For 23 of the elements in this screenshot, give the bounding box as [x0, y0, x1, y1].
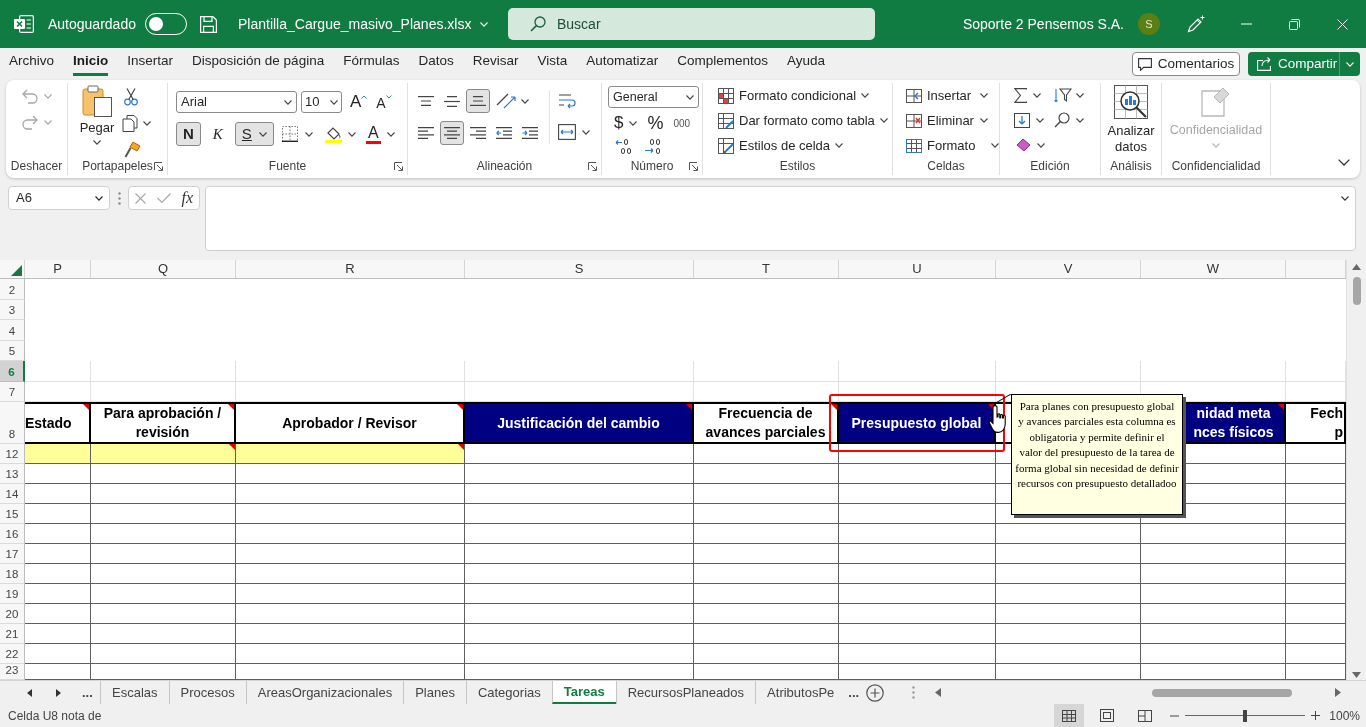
- zoom-level: 100%: [1329, 707, 1360, 725]
- group-label: Deshacer: [10, 158, 63, 175]
- column-title: Fech p: [1310, 404, 1343, 442]
- column-title: Aprobador / Revisor: [282, 413, 417, 433]
- column-title: nidad meta nces físicos: [1193, 404, 1274, 442]
- group-label: Análisis: [1110, 158, 1152, 175]
- column-title: Frecuencia de avances parciales: [705, 404, 826, 442]
- column-title: Estado: [25, 413, 72, 433]
- group-label: Número: [629, 158, 675, 175]
- status-text: Celda U8 nota de: [8, 707, 102, 725]
- group-label: Celdas: [926, 158, 966, 175]
- comment-text: Para planes con presupuesto global y avances parciales esta columna es obligatoria y permite definir el valor del presupuesto de la tarea de forma global sin necesidad de definir recursos con presupuesto detalladoo: [1015, 399, 1179, 492]
- group-label: Confidencialidad: [1171, 158, 1261, 175]
- column-title: Presupuesto global: [851, 413, 982, 433]
- group-label: Edición: [1029, 158, 1071, 175]
- group-label: Portapapeles: [81, 158, 154, 175]
- column-title: Justificación del cambio: [497, 413, 660, 433]
- group-label: Estilos: [778, 158, 817, 175]
- group-label: Alineación: [475, 158, 534, 175]
- group-label: Fuente: [267, 158, 308, 175]
- user-name: Soporte 2 Pensemos S.A.: [962, 14, 1124, 34]
- autosave-label: Autoguardado: [48, 14, 136, 34]
- column-title: Para aprobación / revisión: [103, 404, 222, 442]
